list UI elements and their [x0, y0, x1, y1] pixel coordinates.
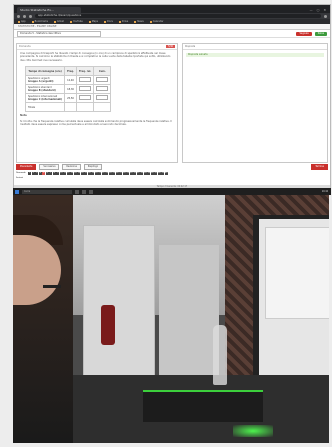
- question-table: Tempo di consegna (ore) Freq. Freq. rel.…: [24, 66, 112, 113]
- taskbar-app-icon[interactable]: [82, 189, 86, 194]
- review-button[interactable]: Revisione: [62, 163, 81, 170]
- bookmark-item[interactable]: Drive: [118, 20, 128, 23]
- question-number-row: Domande 1 2 3 4 5 6 7 8 9 10 11 12 13 14 15 16 17 18 19 20 2…: [16, 171, 328, 175]
- content-panes: Domanda 5/40 Una compagnia di trasporti …: [16, 43, 328, 163]
- monitor-screen: [265, 227, 329, 319]
- minimize-icon[interactable]: —: [310, 8, 313, 12]
- answer-input[interactable]: [96, 86, 109, 92]
- tab-bar: Studio Statistiche Ex... — ▢ ✕: [14, 5, 330, 13]
- back-icon[interactable]: [17, 14, 20, 18]
- table-header: Freq.: [64, 66, 78, 77]
- water-bottle: [213, 325, 227, 385]
- table-row: Totale: [24, 102, 112, 113]
- table-row: Spedizioni standard Gruppo B (standard) 1…: [24, 84, 112, 95]
- url-input[interactable]: app.statistiche.it/exam/questions: [35, 14, 321, 18]
- note-text: Si ricorda che la frequenza relativa cum…: [20, 119, 172, 127]
- question-select[interactable]: Domanda 5 - Statistica descrittiva: [17, 30, 101, 37]
- saved-status: Risposta salvata: [186, 53, 324, 57]
- bookmark-item[interactable]: Calendar: [149, 20, 164, 23]
- forward-icon[interactable]: [23, 14, 26, 18]
- table-row: Spedizioni urgenti Gruppo A (urgenti) 12,…: [24, 75, 112, 86]
- webcam-feed: [13, 195, 329, 443]
- bookmark-item[interactable]: YouTube: [70, 20, 83, 23]
- taskbar-app-icon[interactable]: [89, 189, 93, 194]
- finish-button[interactable]: Termina: [311, 163, 328, 170]
- table-header: Tempo di consegna (ore): [24, 66, 66, 77]
- navigator-label: Domande: [16, 172, 26, 174]
- question-toolbar: Domanda 5 - Statistica descrittiva Segna…: [14, 30, 330, 38]
- room-door: [83, 225, 155, 377]
- close-icon[interactable]: ✕: [323, 8, 326, 12]
- taskbar-app-icon[interactable]: [75, 189, 79, 194]
- browser-window: Studio Statistiche Ex... — ▢ ✕ app.stati…: [13, 4, 331, 190]
- taskbar-clock: 10:42: [321, 190, 328, 193]
- question-text: Una compagnia di trasporti ha rilevato i…: [20, 52, 171, 62]
- room-cabinet: [159, 245, 219, 375]
- answer-input[interactable]: [96, 77, 109, 83]
- answer-input[interactable]: [79, 77, 92, 83]
- menu-icon[interactable]: [324, 14, 327, 18]
- bookmark-item[interactable]: News: [134, 20, 144, 23]
- window-controls: — ▢ ✕: [310, 8, 330, 13]
- answer-pane-header: Risposta: [183, 44, 327, 50]
- table-row: Spedizioni internazionali Gruppo C (inter…: [24, 93, 112, 104]
- navigator-label: Sezioni: [16, 177, 24, 179]
- table-header: Freq. rel.: [76, 66, 95, 77]
- headset-mic: [43, 285, 61, 288]
- section-row: Sezioni: [16, 176, 328, 180]
- red-object: [101, 305, 115, 345]
- monitor: [253, 215, 329, 394]
- bookmark-item[interactable]: Gmail: [54, 20, 64, 23]
- question-navigator: Domande 1 2 3 4 5 6 7 8 9 10 11 12 13 14 15 16 17 18 19 20 2…: [16, 171, 328, 181]
- flag-button[interactable]: Segnala: [296, 31, 312, 36]
- maximize-icon[interactable]: ▢: [317, 8, 320, 12]
- keyboard: [143, 390, 263, 422]
- question-pane: Domanda 5/40 Una compagnia di trasporti …: [16, 43, 178, 163]
- keyboard-glow: [233, 425, 273, 437]
- answer-pane: Risposta Risposta salvata: [182, 43, 328, 163]
- previous-button[interactable]: Precedente: [16, 163, 37, 170]
- taskbar-search-input[interactable]: Cerca: [22, 189, 72, 194]
- bookmark-item[interactable]: Docs: [104, 20, 113, 23]
- browser-tab[interactable]: Studio Statistiche Ex...: [17, 7, 81, 13]
- summary-button[interactable]: Riepilogo: [83, 163, 103, 170]
- screen-frame: Studio Statistiche Ex... — ▢ ✕ app.stati…: [0, 0, 332, 447]
- bookmark-item[interactable]: Bookmarks: [31, 20, 48, 23]
- question-number-chip[interactable]: 40: [164, 171, 168, 175]
- bookmark-item[interactable]: App: [18, 20, 26, 23]
- reload-icon[interactable]: [29, 14, 32, 18]
- windows-start-icon[interactable]: [15, 189, 19, 194]
- table-header: Cum.: [93, 66, 112, 77]
- bookmark-item[interactable]: Maps: [88, 20, 98, 23]
- next-button[interactable]: Successiva: [39, 163, 60, 170]
- save-button[interactable]: Salva: [314, 31, 327, 36]
- answer-input[interactable]: [96, 95, 109, 101]
- question-counter-badge: 5/40: [166, 45, 175, 48]
- answer-input[interactable]: [79, 95, 92, 101]
- navigation-bar: Precedente Successiva Revisione Riepilog…: [16, 163, 328, 170]
- answer-input[interactable]: [79, 86, 92, 92]
- os-taskbar: Cerca 10:42: [13, 188, 331, 195]
